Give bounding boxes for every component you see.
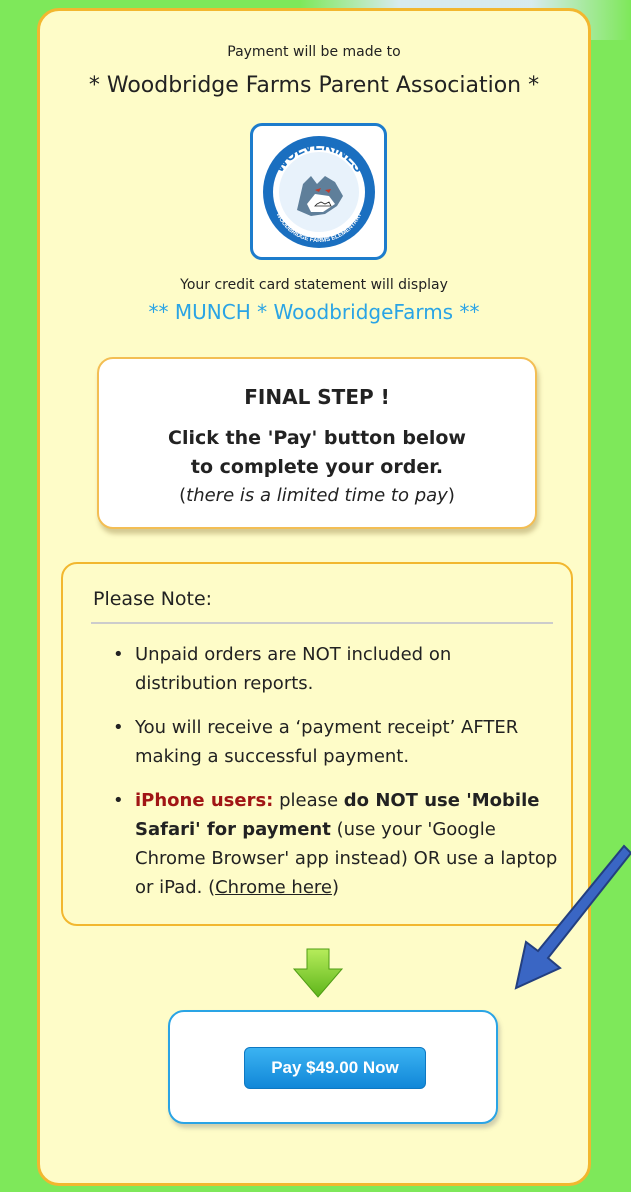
final-step-line-2: to complete your order.	[190, 456, 444, 478]
note-item-receipt: You will receive a ‘payment receipt’ AFT…	[135, 717, 519, 767]
list-item: • iPhone users: please do NOT use 'Mobil…	[109, 786, 559, 902]
bullet-icon: •	[113, 644, 124, 665]
note-divider	[91, 622, 553, 624]
note-item-unpaid: Unpaid orders are NOT included on distri…	[135, 644, 452, 694]
please-note-box: Please Note: • Unpaid orders are NOT inc…	[61, 562, 573, 926]
final-step-title: FINAL STEP !	[244, 385, 390, 409]
school-logo: WOLVERINES WOODBRIDGE FARMS ELEMENTARY	[250, 123, 387, 260]
payee-name: * Woodbridge Farms Parent Association *	[88, 73, 540, 98]
bullet-icon: •	[113, 717, 124, 738]
note-title: Please Note:	[93, 588, 213, 610]
time-limit-note: (there is a limited time to pay)	[179, 485, 455, 506]
wolverine-logo-icon: WOLVERINES WOODBRIDGE FARMS ELEMENTARY	[262, 135, 375, 248]
chrome-link[interactable]: Chrome here	[215, 877, 332, 898]
pointer-arrow-icon	[508, 840, 631, 1004]
bullet-icon: •	[113, 790, 124, 811]
note-list: • Unpaid orders are NOT included on dist…	[109, 640, 559, 917]
list-item: • You will receive a ‘payment receipt’ A…	[109, 713, 559, 771]
payment-card: Payment will be made to * Woodbridge Far…	[37, 8, 591, 1186]
pay-panel: Pay $49.00 Now	[168, 1010, 498, 1124]
final-step-line-1: Click the 'Pay' button below	[168, 427, 466, 449]
down-arrow-icon	[292, 947, 344, 1003]
statement-label: Your credit card statement will display	[180, 277, 448, 293]
list-item: • Unpaid orders are NOT included on dist…	[109, 640, 559, 698]
payto-label: Payment will be made to	[227, 44, 401, 60]
statement-descriptor: ** MUNCH * WoodbridgeFarms **	[148, 300, 480, 324]
iphone-warning-label: iPhone users:	[135, 790, 274, 811]
pay-now-button[interactable]: Pay $49.00 Now	[244, 1047, 426, 1089]
final-step-box: FINAL STEP ! Click the 'Pay' button belo…	[97, 357, 537, 529]
